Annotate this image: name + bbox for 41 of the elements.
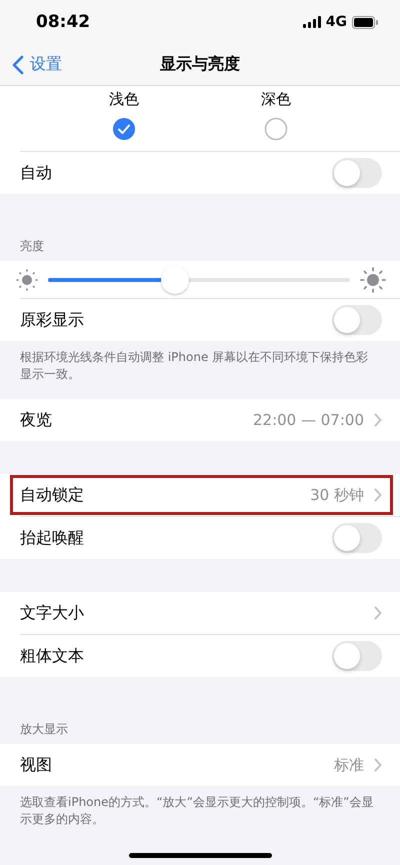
brightness-slider[interactable] <box>48 264 350 296</box>
setting-value: 30 秒钟 <box>310 486 364 504</box>
battery-icon <box>352 16 378 28</box>
setting-label: 抬起唤醒 <box>20 528 84 548</box>
back-button[interactable]: 设置 <box>10 52 64 77</box>
chevron-right-icon <box>374 758 382 772</box>
network-label: 4G <box>326 14 347 30</box>
toggle-switch[interactable] <box>332 158 382 188</box>
section-header: 亮度 <box>20 238 44 255</box>
chevron-right-icon <box>374 413 382 427</box>
status-time: 08:42 <box>36 12 90 32</box>
setting-label: 原彩显示 <box>20 310 84 330</box>
settings-row[interactable]: 夜览 22:00 — 07:00 <box>0 399 400 441</box>
section-footer: 根据环境光线条件自动调整 iPhone 屏幕以在不同环境下保持色彩显示一致。 <box>20 350 368 381</box>
section-footer: 选取查看iPhone的方式。“放大”会显示更大的控制项。“标准”会显示更多的内容。 <box>20 795 374 826</box>
appearance-option[interactable]: 深色 <box>216 86 336 151</box>
signal-icon <box>302 16 321 28</box>
setting-label: 夜览 <box>20 410 52 430</box>
setting-label: 文字大小 <box>20 602 84 624</box>
sun-large-icon <box>360 266 386 292</box>
radio-icon <box>264 117 288 141</box>
settings-row[interactable]: 文字大小 <box>0 592 400 634</box>
page-title: 显示与亮度 <box>160 54 240 75</box>
settings-row[interactable]: 视图 标准 <box>0 744 400 786</box>
toggle-switch[interactable] <box>332 305 382 335</box>
setting-label: 视图 <box>20 754 52 776</box>
toggle-switch[interactable] <box>332 641 382 671</box>
section-header: 放大显示 <box>20 721 68 738</box>
appearance-option[interactable]: 浅色 <box>64 86 184 151</box>
checkmark-icon <box>112 117 136 141</box>
setting-value: 22:00 — 07:00 <box>253 411 364 429</box>
chevron-right-icon <box>374 488 382 502</box>
setting-label: 粗体文本 <box>20 646 84 666</box>
setting-value: 标准 <box>334 756 364 774</box>
setting-label: 自动锁定 <box>20 484 84 506</box>
chevron-right-icon <box>374 606 382 620</box>
settings-row[interactable]: 自动锁定 30 秒钟 <box>0 474 400 516</box>
chevron-left-icon <box>12 54 24 74</box>
setting-label: 自动 <box>20 162 52 184</box>
toggle-switch[interactable] <box>332 523 382 553</box>
sun-small-icon <box>16 268 38 290</box>
